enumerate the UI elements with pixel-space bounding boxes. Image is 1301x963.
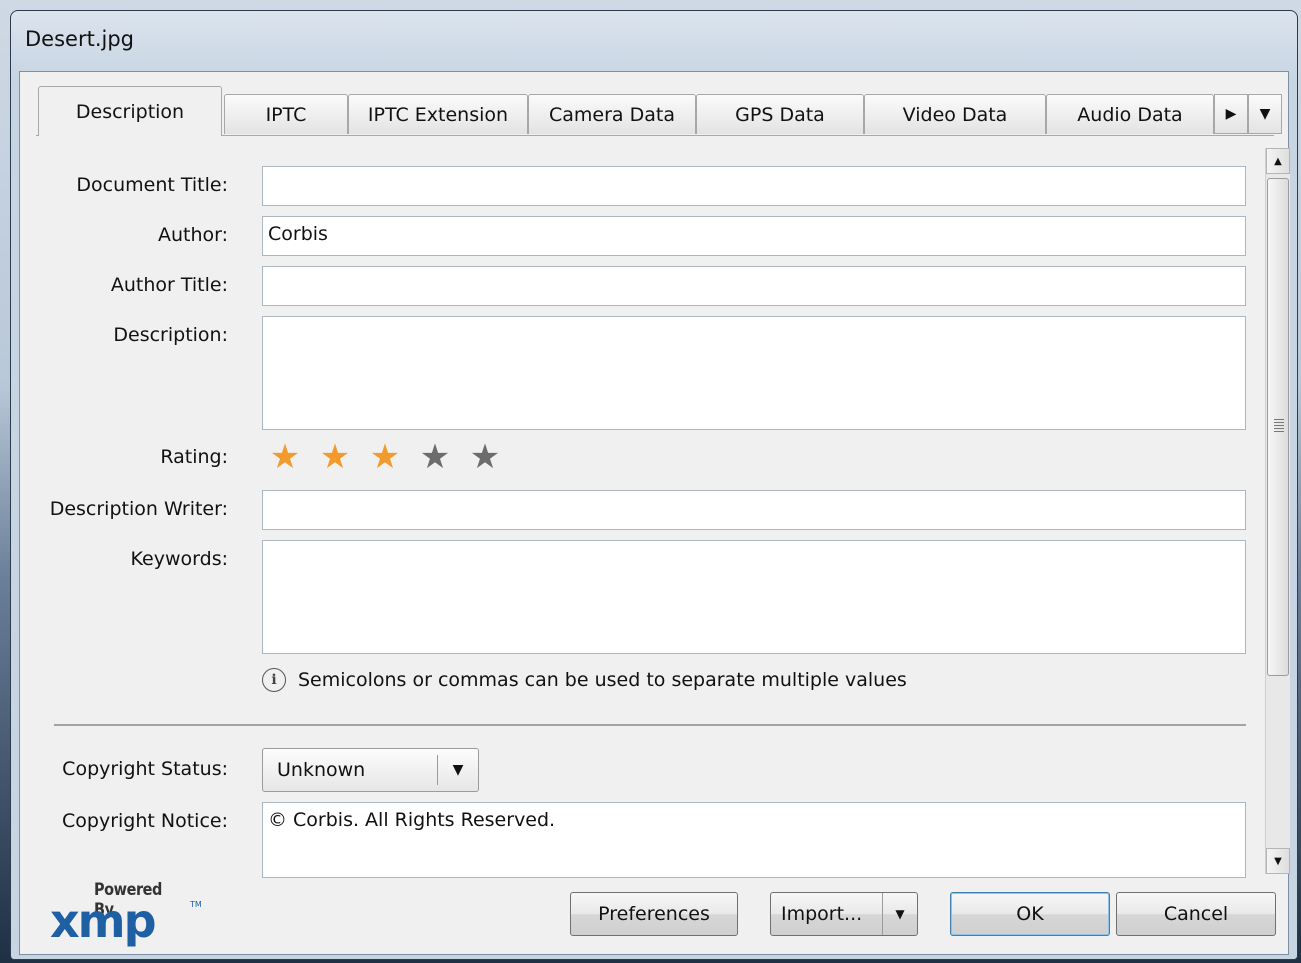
vertical-scrollbar[interactable]: ▲ ▼ [1265, 148, 1290, 874]
scroll-thumb[interactable] [1267, 178, 1289, 676]
author-title-label: Author Title: [110, 274, 228, 296]
tab-label: GPS Data [735, 103, 825, 126]
rating-stars[interactable]: ★ ★ ★ ★ ★ [260, 438, 510, 476]
tab-iptc[interactable]: IPTC [224, 94, 348, 134]
copyright-notice-field[interactable]: © Corbis. All Rights Reserved. [262, 802, 1246, 878]
tab-list-menu-button[interactable]: ▼ [1248, 94, 1282, 134]
star-icon[interactable]: ★ [310, 438, 360, 476]
copyright-status-select[interactable]: Unknown ▼ [262, 748, 479, 792]
tab-label: Camera Data [549, 103, 675, 126]
author-field[interactable]: Corbis [262, 216, 1246, 256]
tab-label: IPTC Extension [367, 103, 509, 126]
copyright-status-label: Copyright Status: [62, 758, 228, 780]
chevron-down-icon[interactable]: ▼ [882, 893, 917, 935]
import-split-button[interactable]: Import... ▼ [770, 892, 918, 936]
grip-icon [1274, 419, 1284, 433]
author-title-field[interactable] [262, 266, 1246, 306]
chevron-down-icon: ▼ [1259, 106, 1271, 122]
star-icon[interactable]: ★ [460, 438, 510, 476]
tab-scroll-next-button[interactable]: ▶ [1214, 94, 1248, 134]
description-writer-field[interactable] [262, 490, 1246, 530]
tab-label: Video Data [902, 103, 1008, 126]
triangle-down-icon: ▼ [1274, 855, 1282, 867]
description-writer-label: Description Writer: [49, 498, 228, 520]
tab-audio-data[interactable]: Audio Data [1046, 94, 1214, 134]
cancel-button[interactable]: Cancel [1116, 892, 1276, 936]
dialog-window: Desert.jpg Description IPTC IPTC Extensi… [10, 10, 1298, 960]
scroll-up-button[interactable]: ▲ [1266, 148, 1290, 174]
star-icon[interactable]: ★ [360, 438, 410, 476]
rating-label: Rating: [160, 446, 228, 468]
triangle-up-icon: ▲ [1274, 155, 1282, 167]
tab-label: Description [75, 100, 185, 123]
tab-description[interactable]: Description [38, 86, 222, 136]
document-title-label: Document Title: [76, 174, 228, 196]
tab-iptc-extension[interactable]: IPTC Extension [348, 94, 528, 134]
import-label: Import... [781, 903, 863, 925]
tab-label: Audio Data [1077, 103, 1183, 126]
preferences-button[interactable]: Preferences [570, 892, 738, 936]
xmp-logo-mark: xmp [50, 894, 157, 948]
trademark-mark: TM [190, 900, 202, 909]
star-icon[interactable]: ★ [410, 438, 460, 476]
tab-camera-data[interactable]: Camera Data [528, 94, 696, 134]
triangle-right-icon: ▶ [1225, 106, 1237, 122]
info-icon: i [262, 668, 286, 692]
keywords-label: Keywords: [130, 548, 228, 570]
keywords-hint: i Semicolons or commas can be used to se… [262, 668, 907, 692]
scroll-down-button[interactable]: ▼ [1266, 848, 1290, 874]
ok-button[interactable]: OK [950, 892, 1110, 936]
copyright-notice-label: Copyright Notice: [62, 810, 228, 832]
keywords-field[interactable] [262, 540, 1246, 654]
star-icon[interactable]: ★ [260, 438, 310, 476]
tab-gps-data[interactable]: GPS Data [696, 94, 864, 134]
author-label: Author: [157, 224, 228, 246]
hint-text: Semicolons or commas can be used to sepa… [298, 669, 907, 691]
copyright-status-value: Unknown [277, 759, 366, 781]
section-divider [54, 724, 1246, 726]
description-label: Description: [113, 324, 228, 346]
window-title: Desert.jpg [25, 27, 134, 51]
document-title-field[interactable] [262, 166, 1246, 206]
xmp-logo: Powered By xmp TM [50, 880, 202, 950]
dialog-frame: Description IPTC IPTC Extension Camera D… [19, 71, 1290, 955]
description-field[interactable] [262, 316, 1246, 430]
tab-video-data[interactable]: Video Data [864, 94, 1046, 134]
tab-label: IPTC [265, 103, 307, 126]
chevron-down-icon: ▼ [437, 755, 478, 785]
